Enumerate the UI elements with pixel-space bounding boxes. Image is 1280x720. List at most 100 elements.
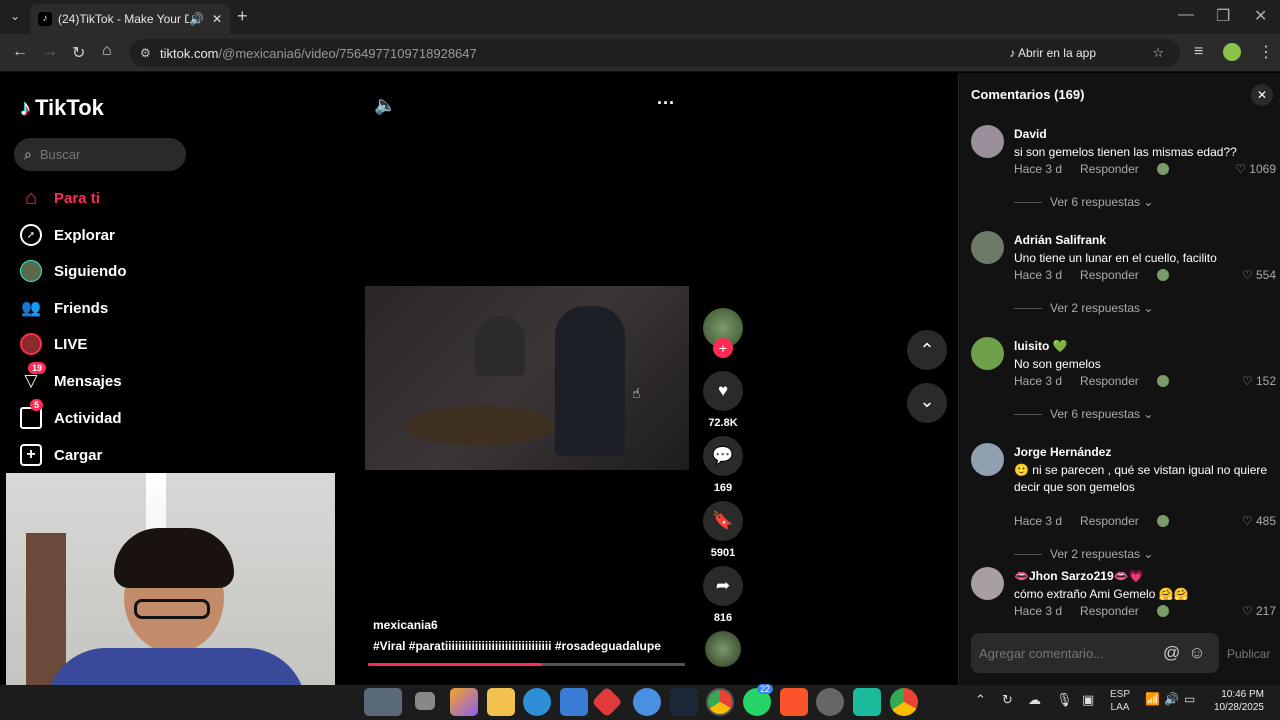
battery-icon[interactable]: ▭: [1184, 692, 1195, 706]
creator-avatar-button[interactable]: +: [700, 308, 746, 358]
nav-item-para-ti[interactable]: ⌂ Para ti: [20, 187, 100, 209]
comment-avatar[interactable]: [971, 337, 1004, 370]
taskbar-copilot-icon[interactable]: [450, 688, 478, 716]
tray-display-icon[interactable]: ▣: [1082, 692, 1094, 708]
taskbar-taskview-icon[interactable]: [415, 692, 435, 710]
comment-avatar[interactable]: [971, 443, 1004, 476]
tray-chevron-icon[interactable]: ⌃: [975, 692, 986, 708]
comment-like-button[interactable]: ♡ 152: [1242, 374, 1276, 388]
search-input[interactable]: [39, 147, 160, 162]
taskbar-teal-icon[interactable]: [853, 688, 881, 716]
reply-button[interactable]: Responder: [1080, 514, 1139, 528]
save-button[interactable]: 🔖 5901: [700, 501, 746, 559]
taskbar-edge-icon[interactable]: [523, 688, 551, 716]
share-button[interactable]: ➦ 816: [700, 566, 746, 624]
nav-item-siguiendo[interactable]: Siguiendo: [20, 260, 127, 282]
video-caption[interactable]: #Viral #paratiiiiiiiiiiiiiiiiiiiiiiiiiii…: [373, 639, 663, 653]
tray-clock[interactable]: 10:46 PM 10/28/2025: [1208, 688, 1264, 714]
nav-item-live[interactable]: LIVE: [20, 333, 87, 355]
home-browser-icon[interactable]: ⌂: [102, 42, 112, 60]
view-replies-button[interactable]: Ver 6 respuestas ⌄: [1014, 195, 1153, 209]
view-replies-button[interactable]: Ver 2 respuestas ⌄: [1014, 547, 1153, 561]
nav-item-explorar[interactable]: ➚ Explorar: [20, 224, 115, 246]
taskbar-whatsapp-icon[interactable]: 22: [743, 684, 774, 716]
comment-username[interactable]: luisito 💚: [1014, 339, 1068, 353]
comment-username[interactable]: Adrián Salifrank: [1014, 233, 1106, 247]
taskbar-store-icon[interactable]: [560, 688, 588, 716]
forward-icon[interactable]: →: [42, 43, 58, 61]
comment-avatar[interactable]: [971, 231, 1004, 264]
comment-input-box[interactable]: @ ☺: [971, 633, 1219, 673]
volume-tray-icon[interactable]: 🔊: [1164, 692, 1179, 706]
profile-avatar[interactable]: [1223, 43, 1241, 61]
comment-like-button[interactable]: ♡ 485: [1242, 514, 1276, 528]
comment-button[interactable]: 💬 169: [700, 436, 746, 494]
tab-list-chevron-icon[interactable]: ⌄: [10, 9, 20, 23]
tray-language[interactable]: ESP LAA: [1110, 688, 1130, 714]
like-button[interactable]: ♥ 72.8K: [700, 371, 746, 429]
taskbar-files-icon[interactable]: [487, 688, 515, 716]
search-box[interactable]: ⌕: [14, 138, 186, 171]
reload-icon[interactable]: ↻: [72, 43, 85, 63]
follow-plus-icon[interactable]: +: [713, 338, 733, 358]
comment-like-button[interactable]: ♡ 554: [1242, 268, 1276, 282]
wifi-icon[interactable]: 📶: [1145, 692, 1160, 706]
tray-sync-icon[interactable]: ↻: [1002, 692, 1013, 708]
reply-button[interactable]: Responder: [1080, 374, 1139, 388]
view-replies-button[interactable]: Ver 2 respuestas ⌄: [1014, 301, 1153, 315]
next-video-button[interactable]: ⌄: [907, 383, 947, 423]
comment-avatar[interactable]: [971, 125, 1004, 158]
comment-like-button[interactable]: ♡ 217: [1242, 604, 1276, 618]
video-progress-track[interactable]: [368, 663, 685, 666]
comment-username[interactable]: Jorge Hernández: [1014, 445, 1111, 459]
taskbar-app-icon[interactable]: [816, 688, 844, 716]
tiktok-logo[interactable]: ♪ TikTok: [20, 95, 104, 121]
open-in-app-button[interactable]: ♪ Abrir en la app: [1009, 46, 1096, 60]
nav-item-cargar[interactable]: + Cargar: [20, 444, 102, 466]
comment-username[interactable]: 👄Jhon Sarzo219👄💗: [1014, 569, 1144, 583]
url-field[interactable]: ⚙ tiktok.com/@mexicania6/video/756497710…: [130, 39, 1180, 67]
mention-icon[interactable]: @: [1163, 643, 1180, 663]
video-author[interactable]: mexicania6: [373, 618, 438, 632]
taskbar-chrome2-icon[interactable]: [890, 688, 918, 716]
minimize-icon[interactable]: —: [1178, 6, 1194, 24]
taskbar-app-blue-icon[interactable]: [633, 688, 661, 716]
prev-video-button[interactable]: ⌃: [907, 330, 947, 370]
close-tab-icon[interactable]: ✕: [212, 12, 222, 26]
nav-item-actividad[interactable]: 5 Actividad: [20, 399, 122, 429]
taskbar-brave-icon[interactable]: [780, 688, 808, 716]
taskbar-chrome-icon[interactable]: [706, 688, 734, 716]
nav-item-mensajes[interactable]: ▽ 19 Mensajes: [20, 362, 122, 392]
back-icon[interactable]: ←: [12, 43, 28, 61]
publish-button[interactable]: Publicar: [1227, 647, 1270, 661]
tray-mic-icon[interactable]: 🎙: [1056, 692, 1073, 708]
sound-disc-button[interactable]: [700, 631, 746, 667]
volume-icon[interactable]: 🔈: [374, 95, 396, 116]
browser-menu-icon[interactable]: ⋮: [1258, 42, 1274, 62]
taskbar-widgets-icon[interactable]: [364, 688, 402, 716]
reply-button[interactable]: Responder: [1080, 604, 1139, 618]
browser-tab[interactable]: ♪ (24)TikTok - Make Your Day 🔊 ✕: [30, 4, 230, 34]
comment-like-button[interactable]: ♡ 1069: [1235, 162, 1276, 176]
comment-username[interactable]: David: [1014, 127, 1047, 141]
close-comments-button[interactable]: ✕: [1251, 84, 1273, 106]
reply-button[interactable]: Responder: [1080, 162, 1139, 176]
site-info-icon[interactable]: ⚙: [140, 46, 151, 60]
nav-label: Actividad: [54, 409, 122, 427]
tray-cloud-icon[interactable]: ☁: [1028, 692, 1041, 708]
nav-item-friends[interactable]: 👥 Friends: [20, 297, 108, 319]
more-options-icon[interactable]: ···: [657, 93, 675, 114]
video-frame[interactable]: [365, 286, 689, 470]
emoji-icon[interactable]: ☺: [1188, 643, 1205, 663]
reply-button[interactable]: Responder: [1080, 268, 1139, 282]
close-window-icon[interactable]: ✕: [1254, 6, 1267, 26]
view-replies-button[interactable]: Ver 6 respuestas ⌄: [1014, 407, 1153, 421]
maximize-icon[interactable]: ❐: [1216, 6, 1230, 26]
media-control-icon[interactable]: ≡: [1194, 43, 1203, 61]
speaker-icon[interactable]: 🔊: [189, 12, 204, 26]
taskbar-steam-icon[interactable]: [670, 688, 698, 716]
comment-avatar[interactable]: [971, 567, 1004, 600]
new-tab-icon[interactable]: +: [237, 6, 248, 27]
bookmark-star-icon[interactable]: ☆: [1152, 45, 1164, 61]
comment-input[interactable]: [979, 645, 1159, 661]
